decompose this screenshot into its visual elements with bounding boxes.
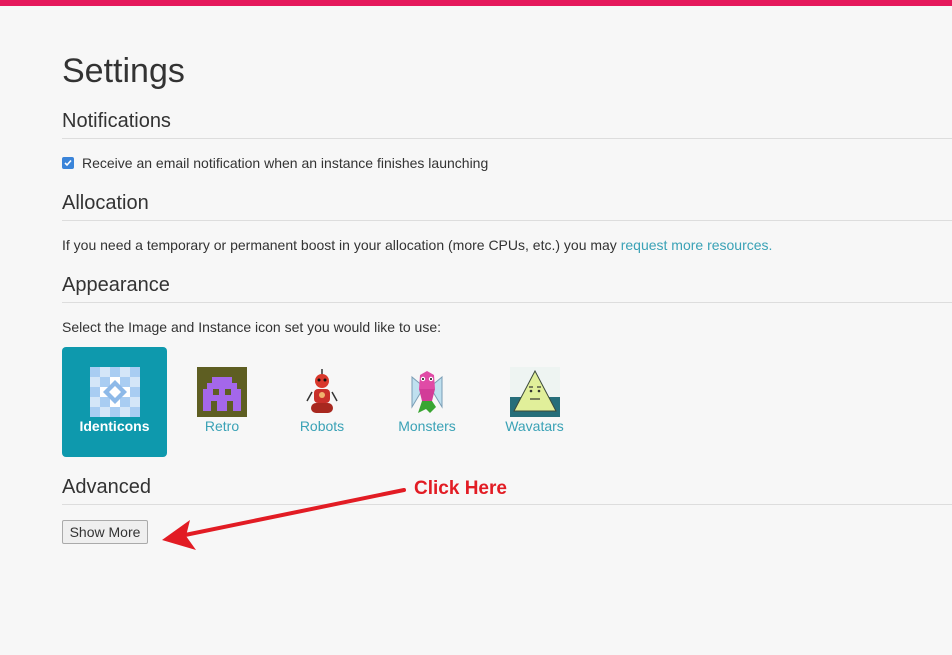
annotation-arrow-overlay: [162, 488, 406, 550]
annotation-arrow-icon: [162, 488, 406, 550]
click-here-callout: Click Here: [414, 478, 507, 499]
